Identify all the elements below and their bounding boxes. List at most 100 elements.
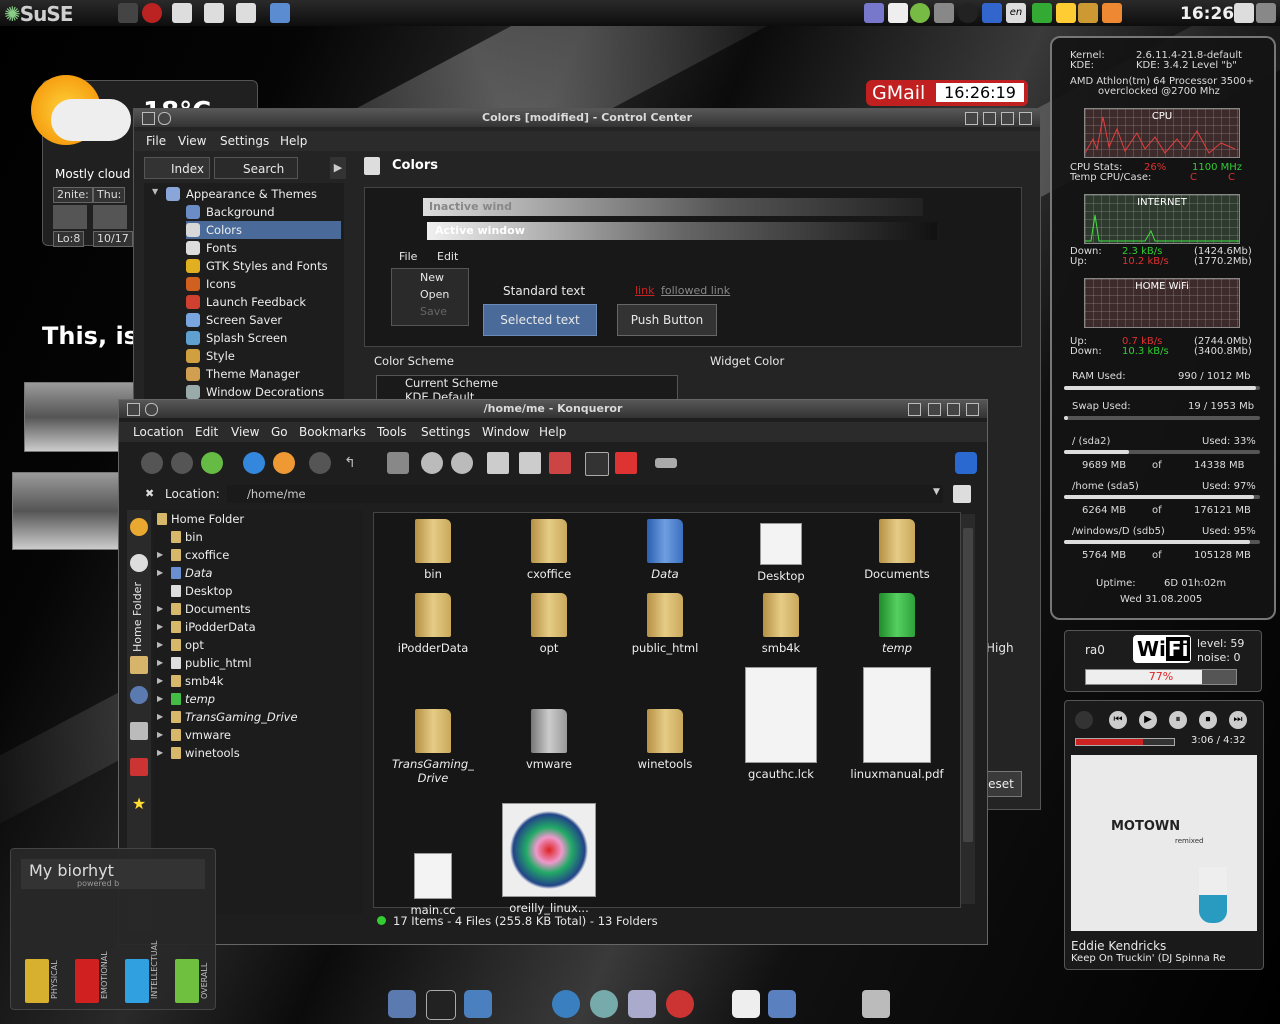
menu-tools[interactable]: Tools: [377, 425, 407, 439]
suse-menu-button[interactable]: ✺SuSE: [4, 2, 73, 26]
close-button[interactable]: [966, 403, 979, 416]
battery-icon[interactable]: [1032, 3, 1052, 23]
expand-arrow-icon[interactable]: ▶: [157, 708, 163, 726]
mail-icon[interactable]: [666, 990, 694, 1018]
tree-item[interactable]: Splash Screen: [186, 329, 341, 347]
file-icon-item[interactable]: temp: [842, 593, 952, 655]
edit-icon[interactable]: [1234, 3, 1254, 23]
menu-file[interactable]: File: [146, 134, 166, 148]
fullscreen-icon[interactable]: [615, 452, 637, 474]
package-icon[interactable]: [1102, 3, 1122, 23]
messenger-icon[interactable]: [628, 990, 656, 1018]
collapse-arrow-icon[interactable]: ▼: [152, 187, 158, 196]
file-icon-item[interactable]: TransGaming_ Drive: [378, 709, 488, 785]
home-folder-tab[interactable]: Home Folder: [131, 582, 144, 652]
sticky-button[interactable]: [145, 403, 158, 416]
tree-item[interactable]: Theme Manager: [186, 365, 341, 383]
folder-tree-item[interactable]: Home Folder: [157, 510, 244, 528]
file-icon-item[interactable]: cxoffice: [494, 519, 604, 581]
expand-arrow-icon[interactable]: ▶: [157, 546, 163, 564]
file-icon-item[interactable]: smb4k: [726, 593, 836, 655]
menu-go[interactable]: Go: [271, 425, 288, 439]
folder-tree-item[interactable]: ▶ Documents: [157, 600, 251, 618]
tree-item[interactable]: Background: [186, 203, 341, 221]
next-button[interactable]: ⏭: [1229, 711, 1247, 729]
menu-help[interactable]: Help: [280, 134, 307, 148]
expand-arrow-icon[interactable]: ▶: [157, 600, 163, 618]
bomb-icon[interactable]: [958, 3, 978, 23]
maximize-button[interactable]: [947, 403, 960, 416]
reload-icon[interactable]: [273, 452, 295, 474]
media-tab-icon[interactable]: [130, 686, 148, 704]
lock-icon[interactable]: [118, 3, 138, 23]
tree-item[interactable]: Screen Saver: [186, 311, 341, 329]
expand-arrow-icon[interactable]: ▶: [157, 726, 163, 744]
network-drive-icon[interactable]: [655, 458, 677, 468]
tree-item[interactable]: Colors: [186, 221, 341, 239]
up-icon[interactable]: [201, 452, 223, 474]
back-icon[interactable]: [141, 452, 163, 474]
pause-button[interactable]: ⏸: [1169, 711, 1187, 729]
file-icon-item[interactable]: Desktop: [726, 519, 836, 583]
tree-item[interactable]: Icons: [186, 275, 341, 293]
file-icon-item[interactable]: winetools: [610, 709, 720, 771]
menu-settings[interactable]: Settings: [421, 425, 470, 439]
konqueror-titlebar[interactable]: /home/me - Konqueror: [119, 400, 987, 418]
play-button[interactable]: ▶: [1139, 711, 1157, 729]
tree-item[interactable]: Style: [186, 347, 341, 365]
track-progress-bar[interactable]: [1075, 738, 1175, 746]
home-tab-icon[interactable]: [130, 656, 148, 674]
star-tab-icon[interactable]: ★: [130, 794, 148, 813]
detail-view-icon[interactable]: [519, 452, 541, 474]
image-viewer-icon[interactable]: [768, 990, 796, 1018]
terminal-icon[interactable]: [426, 990, 456, 1020]
tree-item[interactable]: GTK Styles and Fonts: [186, 257, 341, 275]
tab-scroll-right[interactable]: ▶: [330, 157, 346, 179]
folder-tree-item[interactable]: ▶ temp: [157, 690, 215, 708]
zoom-in-icon[interactable]: [421, 452, 443, 474]
folder-tree-item[interactable]: ▶ winetools: [157, 744, 240, 762]
forward-icon[interactable]: [171, 452, 193, 474]
tray-app-icon[interactable]: [864, 3, 884, 23]
previous-button[interactable]: ⏮: [1109, 711, 1127, 729]
gmail-widget[interactable]: GMail 16:26:19: [866, 80, 1028, 106]
clear-location-icon[interactable]: ✖: [145, 487, 154, 500]
file-icon-item[interactable]: public_html: [610, 593, 720, 655]
window-menu-button[interactable]: [142, 112, 155, 125]
kde-menu-icon[interactable]: [388, 990, 416, 1018]
folder-tree-item[interactable]: ▶ TransGaming_Drive: [157, 708, 298, 726]
clipboard-icon[interactable]: [888, 3, 908, 23]
monitor-icon[interactable]: [1256, 3, 1276, 23]
menu-view[interactable]: View: [231, 425, 259, 439]
tab-index[interactable]: Index: [144, 157, 210, 179]
undo-icon[interactable]: ↰: [339, 452, 361, 474]
folder-tree-item[interactable]: ▶ vmware: [157, 726, 231, 744]
location-dropdown-icon[interactable]: ▼: [933, 487, 940, 497]
file-icon-item[interactable]: gcauthc.lck: [726, 667, 836, 781]
desktop-3-button[interactable]: [236, 3, 256, 23]
file-icon-item[interactable]: Documents: [842, 519, 952, 581]
control-center-titlebar[interactable]: Colors [modified] - Control Center: [134, 109, 1040, 127]
network-icon[interactable]: [590, 990, 618, 1018]
trash-icon[interactable]: [862, 990, 890, 1018]
expand-arrow-icon[interactable]: ▶: [157, 618, 163, 636]
print-icon[interactable]: [387, 452, 409, 474]
home-icon[interactable]: [243, 452, 265, 474]
keyboard-layout-indicator[interactable]: en: [1006, 3, 1026, 23]
desktop-icon[interactable]: [464, 990, 492, 1018]
tree-item[interactable]: Fonts: [186, 239, 341, 257]
minimize-button[interactable]: [983, 112, 996, 125]
desktop-2-button[interactable]: [204, 3, 224, 23]
network-tab-icon[interactable]: [130, 722, 148, 740]
vertical-scrollbar[interactable]: [961, 514, 975, 904]
file-icon-item[interactable]: main.cc: [378, 803, 488, 917]
expand-arrow-icon[interactable]: ▶: [157, 564, 163, 582]
go-button[interactable]: [953, 485, 971, 503]
tree-item[interactable]: Appearance & Themes: [166, 185, 321, 203]
scrollbar-thumb[interactable]: [963, 528, 973, 842]
window-menu-button[interactable]: [127, 403, 140, 416]
tab-search[interactable]: Search: [214, 157, 298, 179]
scheme-item[interactable]: Current Scheme: [377, 376, 677, 390]
split-view-icon[interactable]: [549, 452, 571, 474]
menu-view[interactable]: View: [178, 134, 206, 148]
